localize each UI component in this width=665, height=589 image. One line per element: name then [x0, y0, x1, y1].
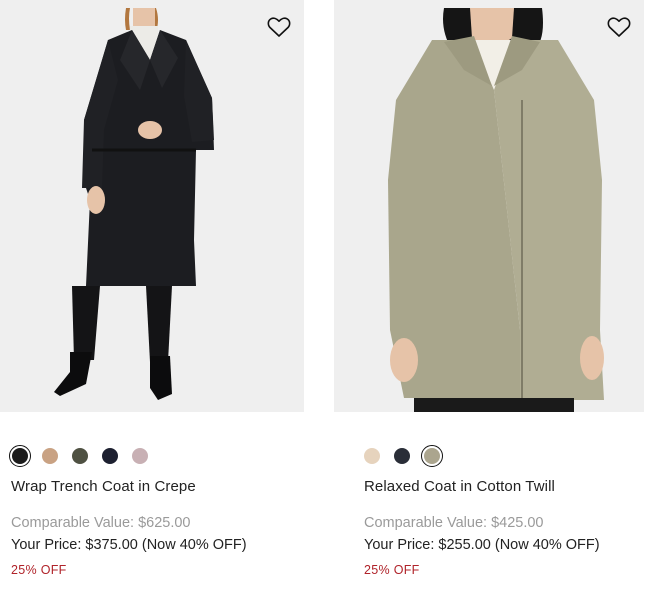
product-card[interactable]: Wrap Trench Coat in Crepe Comparable Val… — [0, 0, 304, 577]
your-price: Your Price: $255.00 (Now 40% OFF) — [364, 537, 600, 553]
heart-outline-icon[interactable] — [606, 14, 632, 40]
product-title[interactable]: Relaxed Coat in Cotton Twill — [364, 478, 555, 495]
swatch-mauve[interactable] — [132, 448, 148, 464]
comparable-value: Comparable Value: $625.00 — [11, 515, 191, 531]
color-swatches — [364, 444, 443, 468]
product-photo-black-trench — [0, 0, 304, 412]
product-image[interactable] — [0, 0, 304, 412]
discount-badge: 25% OFF — [364, 563, 420, 577]
product-title[interactable]: Wrap Trench Coat in Crepe — [11, 478, 196, 495]
product-image[interactable] — [334, 0, 644, 412]
swatch-cream[interactable] — [364, 448, 380, 464]
swatch-olive[interactable] — [72, 448, 88, 464]
swatch-black[interactable] — [9, 445, 31, 467]
discount-badge: 25% OFF — [11, 563, 67, 577]
swatch-khaki[interactable] — [421, 445, 443, 467]
your-price: Your Price: $375.00 (Now 40% OFF) — [11, 537, 247, 553]
swatch-navy[interactable] — [102, 448, 118, 464]
product-photo-khaki-coat — [334, 0, 644, 412]
comparable-value: Comparable Value: $425.00 — [364, 515, 544, 531]
swatch-charcoal[interactable] — [394, 448, 410, 464]
swatch-tan[interactable] — [42, 448, 58, 464]
product-card[interactable]: Relaxed Coat in Cotton Twill Comparable … — [334, 0, 644, 577]
color-swatches — [9, 444, 148, 468]
heart-outline-icon[interactable] — [266, 14, 292, 40]
